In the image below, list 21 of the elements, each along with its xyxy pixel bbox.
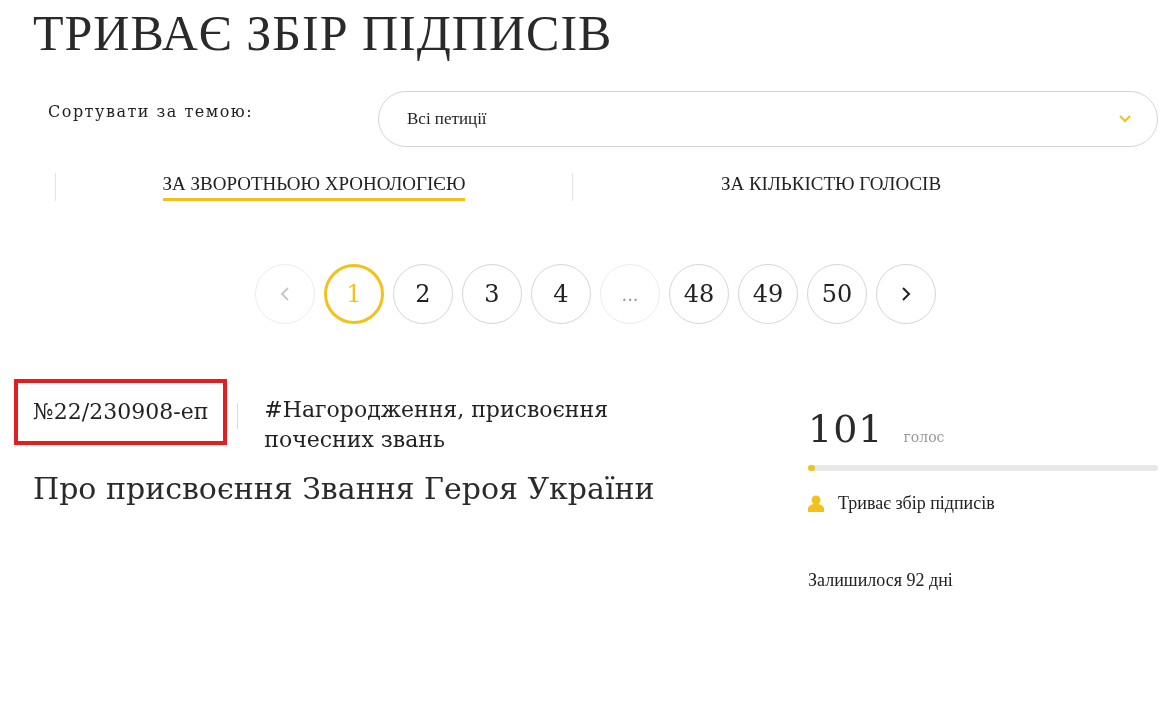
page-button[interactable]: 2 (393, 264, 453, 324)
time-remaining: Залишилося 92 дні (808, 570, 954, 591)
page-button[interactable]: 48 (669, 264, 729, 324)
page-button[interactable]: 49 (738, 264, 798, 324)
petition-status: Триває збір підписів (838, 493, 995, 514)
petition-number[interactable]: №22/230908-еп (14, 379, 228, 445)
chevron-right-icon (901, 287, 911, 301)
chevron-down-icon (1119, 115, 1131, 123)
vote-count: 101 (808, 407, 884, 451)
person-icon (808, 495, 824, 512)
page-button[interactable]: 50 (807, 264, 867, 324)
chevron-left-icon (280, 287, 290, 301)
pagination-ellipsis: ... (600, 264, 660, 324)
page-button[interactable]: 4 (531, 264, 591, 324)
filter-label: Сортувати за темою: (47, 102, 255, 121)
petition-tag[interactable]: #Нагородження, присвоєння почесних звань (264, 395, 645, 455)
vote-unit: голос (903, 429, 945, 445)
sort-tab[interactable]: ЗА ЗВОРОТНЬОЮ ХРОНОЛОГІЄЮ (162, 173, 466, 201)
page-button[interactable]: 3 (462, 264, 522, 324)
sort-tab[interactable]: ЗА КІЛЬКІСТЮ ГОЛОСІВ (720, 173, 942, 198)
petition-title[interactable]: Про присвоєння Звання Героя України (33, 471, 693, 506)
